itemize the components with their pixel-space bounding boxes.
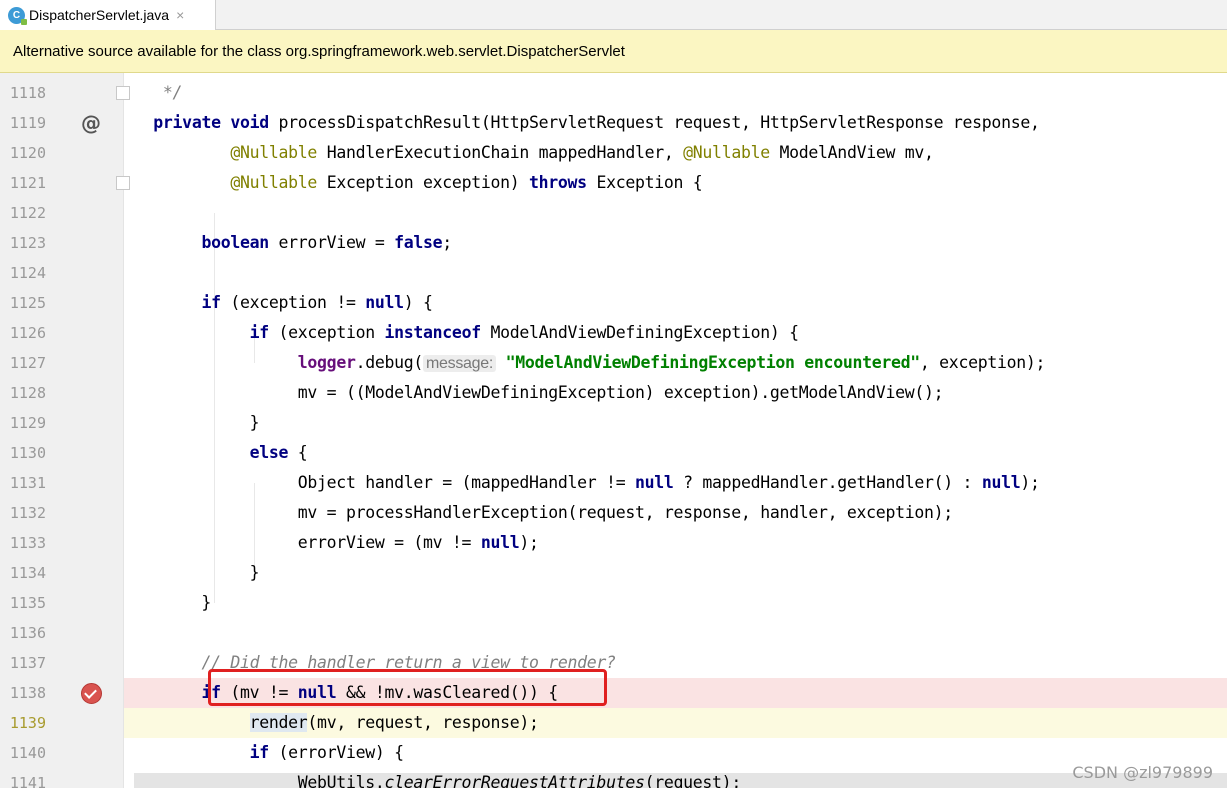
code-text: */ [162,83,183,102]
code-line: 1138 if (mv != null && !mv.wasCleared())… [0,678,1227,708]
line-number: 1140 [9,744,46,762]
line-number: 1132 [9,504,46,522]
line-number: 1133 [9,534,46,552]
code-text: if (exception != null) { [201,293,433,312]
code-line: 1139 render(mv, request, response); [0,708,1227,738]
code-line: 1135 } [0,588,1227,618]
line-number: 1123 [9,234,46,252]
code-line: 1127 logger.debug(message: "ModelAndView… [0,348,1227,378]
code-line: 1124 [0,258,1227,288]
breakpoint-icon[interactable] [81,683,102,704]
code-line: 1129 } [0,408,1227,438]
line-number: 1129 [9,414,46,432]
code-line: 1119 @ private void processDispatchResul… [0,108,1227,138]
code-text: mv = ((ModelAndViewDefiningException) ex… [134,383,944,402]
code-text: @Nullable Exception exception) throws Ex… [230,173,703,192]
code-text: @Nullable HandlerExecutionChain mappedHa… [230,143,934,162]
line-number: 1124 [9,264,46,282]
code-line: 1120 @Nullable HandlerExecutionChain map… [0,138,1227,168]
line-number: 1119 [9,114,46,132]
line-number: 1130 [9,444,46,462]
code-line: 1118 */ [0,78,1227,108]
line-number: 1139 [9,714,46,732]
code-text: logger.debug(message: "ModelAndViewDefin… [297,353,1046,372]
java-class-icon: C [8,6,27,25]
line-number: 1137 [9,654,46,672]
code-line: 1136 [0,618,1227,648]
code-line: 1121 @Nullable Exception exception) thro… [0,168,1227,198]
line-number: 1128 [9,384,46,402]
code-line: 1128 mv = ((ModelAndViewDefiningExceptio… [0,378,1227,408]
code-line: 1131 Object handler = (mappedHandler != … [0,468,1227,498]
highlight-annotation-box [208,669,607,706]
watermark: CSDN @zl979899 [1072,763,1213,782]
code-line: 1123 boolean errorView = false; [0,228,1227,258]
line-number: 1120 [9,144,46,162]
code-line: 1140 if (errorView) { [0,738,1227,768]
line-number: 1136 [9,624,46,642]
line-number: 1121 [9,174,46,192]
code-text: } [134,593,212,612]
line-number: 1127 [9,354,46,372]
line-number: 1126 [9,324,46,342]
code-line: 1130 else { [0,438,1227,468]
code-line: 1133 errorView = (mv != null); [0,528,1227,558]
code-text: private void processDispatchResult(HttpS… [153,113,1040,132]
line-number: 1138 [9,684,46,702]
code-editor[interactable]: 1118 */ 1119 @ private void processDispa… [0,73,1227,788]
code-text: mv = processHandlerException(request, re… [134,503,953,522]
code-line: 1137 // Did the handler return a view to… [0,648,1227,678]
alternative-source-banner: Alternative source available for the cla… [0,30,1227,73]
code-text: } [134,563,260,582]
code-line: 1132 mv = processHandlerException(reques… [0,498,1227,528]
tab-label: DispatcherServlet.java [29,7,170,23]
code-text: if (exception instanceof ModelAndViewDef… [249,323,799,342]
override-at-icon[interactable]: @ [81,111,101,135]
line-number: 1131 [9,474,46,492]
code-text: render(mv, request, response); [249,713,539,732]
line-number: 1125 [9,294,46,312]
code-line: 1141 WebUtils.clearErrorRequestAttribute… [0,768,1227,788]
code-line: 1125 if (exception != null) { [0,288,1227,318]
code-line: 1122 [0,198,1227,228]
line-number: 1134 [9,564,46,582]
code-line: 1126 if (exception instanceof ModelAndVi… [0,318,1227,348]
close-icon[interactable]: × [176,7,184,23]
editor-tab-bar: C DispatcherServlet.java × [0,0,1227,30]
line-number: 1118 [9,84,46,102]
code-text: Object handler = (mappedHandler != null … [134,473,1040,492]
code-text: if (errorView) { [249,743,404,762]
code-text: boolean errorView = false; [201,233,452,252]
code-line: 1134 } [0,558,1227,588]
line-number: 1135 [9,594,46,612]
banner-message: Alternative source available for the cla… [13,42,625,60]
code-text: errorView = (mv != null); [134,533,539,552]
code-text: WebUtils.clearErrorRequestAttributes(req… [134,773,741,788]
line-number: 1141 [9,774,46,788]
code-text: else { [249,443,308,462]
parameter-hint: message: [423,355,496,372]
tab-dispatcherservlet[interactable]: C DispatcherServlet.java × [0,0,216,30]
line-number: 1122 [9,204,46,222]
code-text: } [134,413,260,432]
